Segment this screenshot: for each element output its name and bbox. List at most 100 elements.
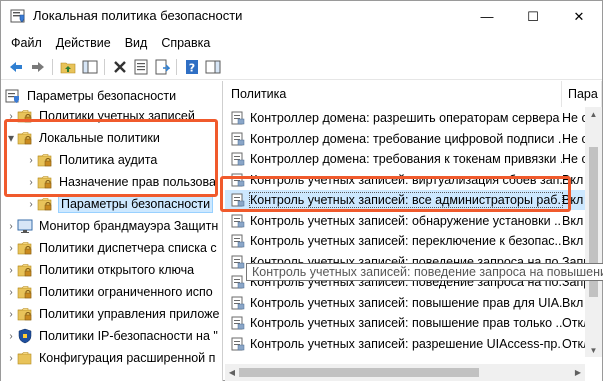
- menu-file[interactable]: Файл: [1, 36, 49, 50]
- menu-bar: Файл Действие Вид Справка: [1, 32, 602, 54]
- policy-name: Контроль учетных записей: обнаружение ус…: [250, 213, 562, 228]
- policy-row[interactable]: Контроль учетных записей: переключение к…: [225, 231, 602, 251]
- minimize-button[interactable]: —: [464, 1, 510, 32]
- policy-name: Контроллер домена: требование цифровой п…: [250, 131, 562, 146]
- tree-item[interactable]: › Политики диспетчера списка с: [5, 237, 216, 259]
- show-tree-icon: [82, 60, 98, 74]
- policy-setting-icon: [231, 132, 245, 145]
- close-icon: ✕: [573, 8, 585, 24]
- show-action-pane-button[interactable]: [204, 58, 222, 76]
- tree-item[interactable]: › Назначение прав пользова: [25, 171, 216, 193]
- policy-setting-value: Вкл: [562, 213, 584, 228]
- tree-item[interactable]: › Политики открытого ключа: [5, 259, 194, 281]
- policy-setting-value: Вкл: [562, 295, 584, 310]
- folder-lock-icon: [37, 198, 52, 211]
- security-settings-icon: [5, 89, 19, 103]
- back-button[interactable]: [7, 58, 25, 76]
- chevron-right-icon[interactable]: ›: [5, 265, 17, 276]
- tree-item[interactable]: ▾ Локальные политики: [5, 127, 160, 149]
- scroll-down-icon[interactable]: ▼: [585, 343, 602, 357]
- forward-icon: [32, 62, 44, 72]
- forward-button[interactable]: [29, 58, 47, 76]
- policy-row[interactable]: Контроль учетных записей: обнаружение ус…: [225, 211, 602, 231]
- menu-action[interactable]: Действие: [49, 36, 118, 50]
- ipsec-shield-icon: [18, 328, 32, 344]
- chevron-right-icon[interactable]: ›: [25, 177, 37, 188]
- policy-row[interactable]: Контроль учетных записей: разрешение UIA…: [225, 334, 602, 354]
- maximize-icon: ☐: [527, 8, 539, 24]
- properties-button[interactable]: [132, 58, 150, 76]
- scroll-up-icon[interactable]: ▲: [585, 107, 602, 121]
- export-list-button[interactable]: [153, 58, 171, 76]
- up-folder-button[interactable]: [59, 58, 77, 76]
- title-bar[interactable]: Локальная политика безопасности — ☐ ✕: [1, 1, 602, 32]
- chevron-right-icon[interactable]: ›: [5, 287, 17, 298]
- policy-row[interactable]: Контроль учетных записей: виртуализация …: [225, 170, 602, 190]
- scroll-right-icon[interactable]: ▶: [571, 364, 585, 381]
- firewall-monitor-icon: [17, 219, 33, 233]
- policy-name: Контроллер домена: требования к токенам …: [250, 152, 562, 166]
- policy-name: Контроль учетных записей: разрешение UIA…: [250, 336, 562, 351]
- app-window: Локальная политика безопасности — ☐ ✕ Фа…: [0, 0, 603, 381]
- policy-row[interactable]: Контроль учетных записей: все администра…: [225, 190, 602, 210]
- policy-setting-icon: [231, 275, 245, 289]
- tree-item[interactable]: › Монитор брандмауэра Защитн: [5, 215, 218, 237]
- chevron-right-icon[interactable]: ›: [25, 199, 37, 210]
- horizontal-scrollbar[interactable]: ◀ ▶: [225, 364, 585, 381]
- folder-lock-icon: [17, 308, 32, 321]
- chevron-right-icon[interactable]: ›: [25, 155, 37, 166]
- tree-item[interactable]: › Политика аудита: [25, 149, 157, 171]
- policy-list[interactable]: Политика Пара Контроллер домена: разреши…: [225, 81, 602, 381]
- policy-row[interactable]: Контроллер домена: требование цифровой п…: [225, 129, 602, 149]
- policy-name: Контроль учетных записей: повышение прав…: [250, 295, 562, 310]
- scroll-left-icon[interactable]: ◀: [225, 364, 239, 381]
- up-folder-icon: [60, 62, 76, 74]
- folder-lock-icon: [17, 132, 32, 145]
- tree-root[interactable]: Параметры безопасности: [5, 85, 176, 107]
- chevron-right-icon[interactable]: ›: [5, 353, 17, 364]
- tree-label: Конфигурация расширенной п: [39, 351, 216, 365]
- back-icon: [10, 62, 22, 72]
- column-header-setting[interactable]: Пара: [562, 81, 602, 107]
- chevron-right-icon[interactable]: ›: [5, 331, 17, 342]
- tooltip: Контроль учетных записей: поведение запр…: [246, 263, 603, 281]
- tree-item[interactable]: › Политики учетных записей: [5, 105, 195, 127]
- tree-item[interactable]: › Политики управления приложе: [5, 303, 219, 325]
- tree-label: Политики открытого ключа: [39, 263, 195, 277]
- policy-setting-icon: [231, 193, 245, 207]
- tree-item[interactable]: › Параметры безопасности: [25, 193, 214, 215]
- menu-view[interactable]: Вид: [118, 36, 155, 50]
- export-list-icon: [155, 59, 170, 75]
- policy-row[interactable]: Контроллер домена: разрешить операторам …: [225, 108, 602, 128]
- chevron-down-icon[interactable]: ▾: [5, 131, 17, 145]
- scroll-thumb[interactable]: [239, 368, 479, 377]
- chevron-right-icon[interactable]: ›: [5, 243, 17, 254]
- show-tree-button[interactable]: [81, 58, 99, 76]
- column-header-policy[interactable]: Политика: [225, 81, 562, 107]
- policy-setting-icon: [231, 214, 245, 227]
- console-tree[interactable]: Параметры безопасности › Политики учетных…: [1, 81, 223, 381]
- help-icon: ?: [186, 60, 198, 75]
- delete-button[interactable]: [111, 58, 129, 76]
- chevron-right-icon[interactable]: ›: [5, 309, 17, 320]
- tree-label: Назначение прав пользова: [59, 175, 216, 189]
- policy-name: Контроль учетных записей: переключение к…: [250, 234, 562, 248]
- delete-icon: [114, 61, 126, 73]
- tree-item[interactable]: › Конфигурация расширенной п: [5, 347, 215, 369]
- close-button[interactable]: ✕: [556, 1, 602, 32]
- chevron-right-icon[interactable]: ›: [5, 111, 17, 122]
- policy-row[interactable]: Контроллер домена: требования к токенам …: [225, 149, 602, 169]
- policy-row[interactable]: Контроль учетных записей: повышение прав…: [225, 293, 602, 313]
- menu-help[interactable]: Справка: [154, 36, 217, 50]
- policy-setting-icon: [231, 152, 245, 166]
- vertical-scrollbar[interactable]: ▲ ▼: [585, 107, 602, 357]
- tree-item[interactable]: › Политики ограниченного испо: [5, 281, 212, 303]
- toolbar-separator: [52, 59, 53, 75]
- help-button[interactable]: ?: [183, 58, 201, 76]
- maximize-button[interactable]: ☐: [510, 1, 556, 32]
- tree-item[interactable]: › Политики IP-безопасности на ": [5, 325, 218, 347]
- tree-label: Параметры безопасности: [27, 89, 177, 103]
- policy-row[interactable]: Контроль учетных записей: повышение прав…: [225, 313, 602, 333]
- chevron-right-icon[interactable]: ›: [5, 221, 17, 232]
- folder-lock-icon: [17, 264, 32, 277]
